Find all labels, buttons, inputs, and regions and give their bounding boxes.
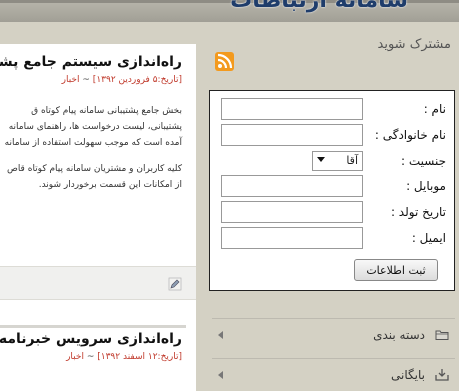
- site-header: سامانه ارتباطات: [0, 0, 459, 22]
- last-name-label: نام خانوادگی :: [374, 128, 446, 142]
- pencil-icon[interactable]: [168, 277, 182, 291]
- archive-icon: [435, 369, 449, 381]
- post-title[interactable]: راه‌اندازی سرویس خبرنامه پیام: [0, 329, 182, 349]
- first-name-input[interactable]: [221, 98, 363, 120]
- widget-categories[interactable]: دسته بندی: [212, 318, 455, 346]
- post-category-link[interactable]: اخبار: [66, 352, 84, 362]
- subscribe-form: نام : نام خانوادگی : جنسیت : آقا موبایل …: [209, 90, 455, 291]
- form-row-last-name: نام خانوادگی :: [210, 124, 454, 146]
- birth-date-input[interactable]: [221, 201, 363, 223]
- folder-icon: [435, 330, 449, 340]
- post-meta-separator: ~: [82, 75, 90, 85]
- chevron-left-icon: [218, 331, 223, 339]
- first-name-label: نام :: [423, 102, 446, 116]
- post: راه‌اندازی سرویس خبرنامه پیام [تاریخ:۱۲ …: [0, 329, 182, 362]
- post-date: [تاریخ:۵ فروردین ۱۳۹۲]: [92, 75, 182, 85]
- form-row-gender: جنسیت : آقا: [210, 150, 454, 172]
- site-title[interactable]: سامانه ارتباطات: [230, 0, 408, 18]
- post-body-line: بخش جامع پشتیبانی سامانه پیام کوتاه ق: [31, 106, 182, 116]
- subscribe-title: مشترک شوید: [377, 37, 451, 52]
- content-panel: راه‌اندازی سیستم جامع پشتیبانی [تاریخ:۵ …: [0, 44, 196, 391]
- post-title[interactable]: راه‌اندازی سیستم جامع پشتیبانی: [0, 52, 182, 72]
- last-name-input[interactable]: [221, 124, 363, 146]
- post: راه‌اندازی سیستم جامع پشتیبانی [تاریخ:۵ …: [0, 52, 182, 193]
- form-row-first-name: نام :: [210, 98, 454, 120]
- post-body-line: از امکانات این قسمت برخوردار شوند.: [38, 180, 182, 190]
- email-input[interactable]: [221, 227, 363, 249]
- chevron-left-icon: [218, 371, 223, 379]
- dropdown-arrow-icon: [317, 157, 325, 162]
- post-body-line: آمده است که موجب سهولت استفاده از سامانه: [4, 138, 182, 148]
- post-body: بخش جامع پشتیبانی سامانه پیام کوتاه ق پش…: [0, 103, 182, 193]
- post-body-line: کلیه کاربران و مشتریان سامانه پیام کوتاه…: [6, 164, 182, 174]
- form-row-birth-date: تاریخ تولد :: [210, 201, 454, 223]
- post-meta: [تاریخ:۵ فروردین ۱۳۹۲] ~ اخبار: [0, 75, 182, 85]
- widget-categories-label: دسته بندی: [373, 328, 425, 342]
- post-category-link[interactable]: اخبار: [62, 75, 80, 85]
- birth-date-label: تاریخ تولد :: [390, 205, 446, 219]
- widget-archive-label: بایگانی: [391, 368, 425, 382]
- submit-button[interactable]: ثبت اطلاعات: [354, 259, 438, 281]
- rss-icon[interactable]: [215, 52, 234, 71]
- gender-selected-value: آقا: [346, 154, 358, 167]
- post-divider: [0, 325, 186, 328]
- gender-select[interactable]: آقا: [312, 151, 363, 171]
- post-meta-separator: ~: [86, 352, 95, 362]
- post-date: [تاریخ:۱۲ اسفند ۱۳۹۲]: [97, 352, 182, 362]
- email-label: ایمیل :: [411, 231, 446, 245]
- sidebar: مشترک شوید نام : نام خانوادگی : جنسیت : …: [204, 28, 459, 391]
- post-body-line: پشتیبانی، لیست درخواست ها، راهنمای سامان…: [8, 122, 182, 132]
- mobile-label: موبایل :: [406, 179, 446, 193]
- post-footer: [0, 266, 196, 300]
- form-row-mobile: موبایل :: [210, 175, 454, 197]
- post-meta: [تاریخ:۱۲ اسفند ۱۳۹۲] ~ اخبار: [0, 352, 182, 362]
- form-row-email: ایمیل :: [210, 227, 454, 249]
- widget-archive[interactable]: بایگانی: [212, 358, 455, 386]
- gender-label: جنسیت :: [400, 154, 446, 168]
- mobile-input[interactable]: [221, 175, 363, 197]
